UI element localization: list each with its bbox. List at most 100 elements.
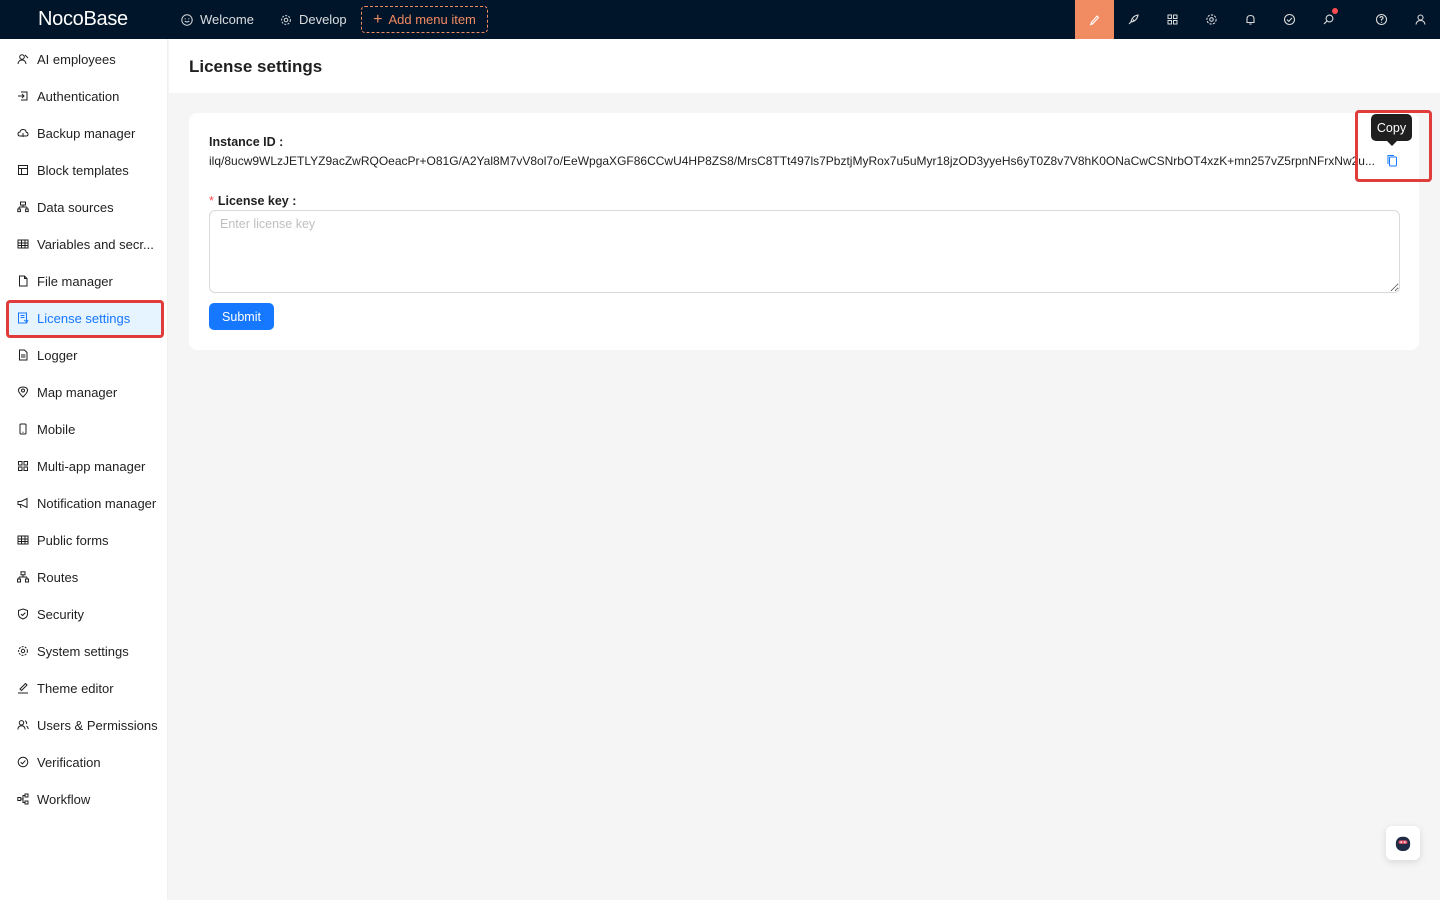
- sidebar-item-label: Block templates: [37, 162, 129, 178]
- sidebar-item-file-manager[interactable]: File manager: [8, 263, 162, 299]
- mobile-icon: [17, 423, 29, 435]
- license-card: Instance ID : ilq/8ucw9WLzJETLYZ9acZwRQO…: [189, 113, 1419, 350]
- shield-icon: [17, 608, 29, 620]
- routes-icon: [17, 571, 29, 583]
- gear-icon: [280, 14, 292, 26]
- sidebar-item-mobile[interactable]: Mobile: [8, 411, 162, 447]
- help-icon: [1375, 13, 1388, 26]
- sidebar-item-data-sources[interactable]: Data sources: [8, 189, 162, 225]
- instance-id-label: Instance ID :: [209, 135, 284, 149]
- sidebar-item-variables-and-secr[interactable]: Variables and secr...: [8, 226, 162, 262]
- sidebar-item-label: Workflow: [37, 791, 91, 807]
- sidebar-item-backup-manager[interactable]: Backup manager: [8, 115, 162, 151]
- top-bar: NocoBase Welcome Develop + Add menu item: [0, 0, 1440, 39]
- sidebar-item-label: File manager: [37, 273, 113, 289]
- instance-id-value: ilq/8ucw9WLzJETLYZ9acZwRQOeacPr+O81G/A2Y…: [209, 154, 1375, 168]
- check-circle-icon: [1283, 13, 1296, 26]
- license-key-label: * License key :: [209, 194, 297, 208]
- sidebar-item-label: Logger: [37, 347, 78, 363]
- sidebar-item-theme-editor[interactable]: Theme editor: [8, 670, 162, 706]
- sidebar-item-label: Routes: [37, 569, 79, 585]
- theme-brush-icon: [1089, 15, 1100, 26]
- table-icon: [17, 534, 29, 546]
- page-title: License settings: [189, 57, 323, 76]
- sidebar-item-label: Map manager: [37, 384, 118, 400]
- sidebar-item-workflow[interactable]: Workflow: [8, 781, 162, 817]
- copy-tooltip: Copy: [1371, 114, 1412, 146]
- bell-button[interactable]: [1231, 0, 1270, 39]
- sidebar-item-label: Users & Permissions: [37, 717, 158, 733]
- search-icon: [1323, 14, 1334, 25]
- sidebar-item-label: Multi-app manager: [37, 458, 146, 474]
- notification-icon: [17, 497, 29, 509]
- sidebar-item-block-templates[interactable]: Block templates: [8, 152, 162, 188]
- sidebar-item-system-settings[interactable]: System settings: [8, 633, 162, 669]
- search-button[interactable]: [1309, 0, 1348, 39]
- sidebar-item-ai-employees[interactable]: AI employees: [8, 41, 162, 77]
- sidebar-item-label: Notification manager: [37, 495, 157, 511]
- appstore-icon: [17, 460, 29, 472]
- sidebar-item-label: Public forms: [37, 532, 109, 548]
- sidebar-item-routes[interactable]: Routes: [8, 559, 162, 595]
- nav-welcome[interactable]: Welcome: [181, 12, 254, 27]
- sidebar-item-label: AI employees: [37, 51, 116, 67]
- nav-welcome-label: Welcome: [200, 12, 254, 27]
- sidebar-item-label: Mobile: [37, 421, 76, 437]
- required-mark: *: [209, 194, 214, 208]
- help-button[interactable]: [1362, 0, 1401, 39]
- rocket-icon: [1128, 14, 1139, 25]
- toolbar-icons: [1075, 0, 1440, 39]
- sidebar-item-notification-manager[interactable]: Notification manager: [8, 485, 162, 521]
- sidebar-item-multi-app-manager[interactable]: Multi-app manager: [8, 448, 162, 484]
- sidebar-item-label: License settings: [37, 310, 131, 326]
- license-key-input[interactable]: [209, 210, 1400, 293]
- copy-icon[interactable]: [1386, 154, 1398, 167]
- apps-button[interactable]: [1153, 0, 1192, 39]
- user-button[interactable]: [1401, 0, 1440, 39]
- location-icon: [17, 386, 29, 398]
- sidebar-item-license-settings[interactable]: License settings: [8, 300, 162, 336]
- sidebar-item-logger[interactable]: Logger: [8, 337, 162, 373]
- nav-develop-label: Develop: [298, 12, 347, 27]
- sidebar-item-label: System settings: [37, 643, 129, 659]
- bell-icon: [1246, 14, 1255, 25]
- theme-brush-button[interactable]: [1075, 0, 1114, 39]
- brush-icon: [17, 682, 29, 694]
- cloud-icon: [17, 127, 29, 139]
- add-menu-item-label: Add menu item: [388, 12, 476, 27]
- ai-assistant-button[interactable]: [1386, 826, 1420, 860]
- sidebar-item-label: Security: [37, 606, 84, 622]
- logo[interactable]: NocoBase: [38, 8, 128, 31]
- database-icon: [17, 201, 29, 213]
- file-icon: [17, 275, 29, 287]
- sidebar-item-label: Theme editor: [37, 680, 114, 696]
- login-icon: [17, 90, 29, 102]
- sidebar-item-label: Variables and secr...: [37, 236, 154, 252]
- user-icon: [1415, 14, 1426, 25]
- settings-button[interactable]: [1192, 0, 1231, 39]
- nav-develop[interactable]: Develop: [280, 12, 347, 27]
- ai-robot-icon: [1395, 836, 1411, 851]
- rocket-button[interactable]: [1114, 0, 1153, 39]
- check-button[interactable]: [1270, 0, 1309, 39]
- notification-dot: [1332, 8, 1338, 14]
- sidebar: AI employees Authentication Backup manager…: [0, 39, 168, 900]
- sidebar-item-users-permissions[interactable]: Users & Permissions: [8, 707, 162, 743]
- page-header: License settings: [169, 39, 1440, 93]
- sidebar-item-verification[interactable]: Verification: [8, 744, 162, 780]
- submit-button[interactable]: Submit: [209, 303, 274, 330]
- check-circle-icon: [17, 756, 29, 768]
- sidebar-item-map-manager[interactable]: Map manager: [8, 374, 162, 410]
- sidebar-item-public-forms[interactable]: Public forms: [8, 522, 162, 558]
- sidebar-item-security[interactable]: Security: [8, 596, 162, 632]
- settings-icon: [17, 645, 29, 657]
- table-icon: [17, 238, 29, 250]
- sidebar-item-label: Authentication: [37, 88, 120, 104]
- settings-icon: [1206, 14, 1217, 25]
- layout-icon: [17, 164, 29, 176]
- plus-icon: +: [373, 10, 383, 28]
- license-icon: [17, 312, 29, 324]
- add-menu-item-button[interactable]: + Add menu item: [361, 6, 488, 33]
- apps-icon: [1167, 14, 1178, 25]
- sidebar-item-authentication[interactable]: Authentication: [8, 78, 162, 114]
